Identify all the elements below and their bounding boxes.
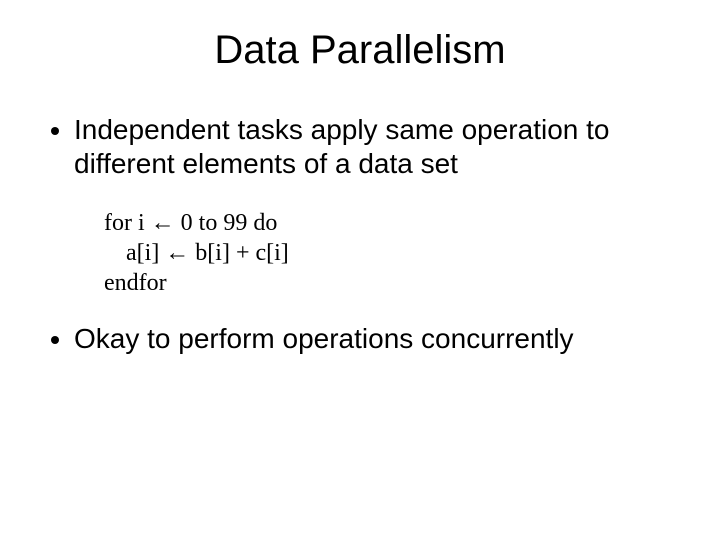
bullet-list: Independent tasks apply same operation t… bbox=[40, 113, 680, 180]
bullet-list: Okay to perform operations concurrently bbox=[40, 322, 680, 356]
bullet-item: Okay to perform operations concurrently bbox=[74, 322, 680, 356]
code-line: a[i] ← b[i] + c[i] bbox=[104, 238, 680, 268]
code-block: for i ← 0 to 99 do a[i] ← b[i] + c[i] en… bbox=[104, 208, 680, 298]
slide-title: Data Parallelism bbox=[40, 28, 680, 73]
code-line: for i ← 0 to 99 do bbox=[104, 208, 680, 238]
slide: Data Parallelism Independent tasks apply… bbox=[0, 0, 720, 540]
bullet-item: Independent tasks apply same operation t… bbox=[74, 113, 680, 180]
code-line: endfor bbox=[104, 268, 680, 298]
